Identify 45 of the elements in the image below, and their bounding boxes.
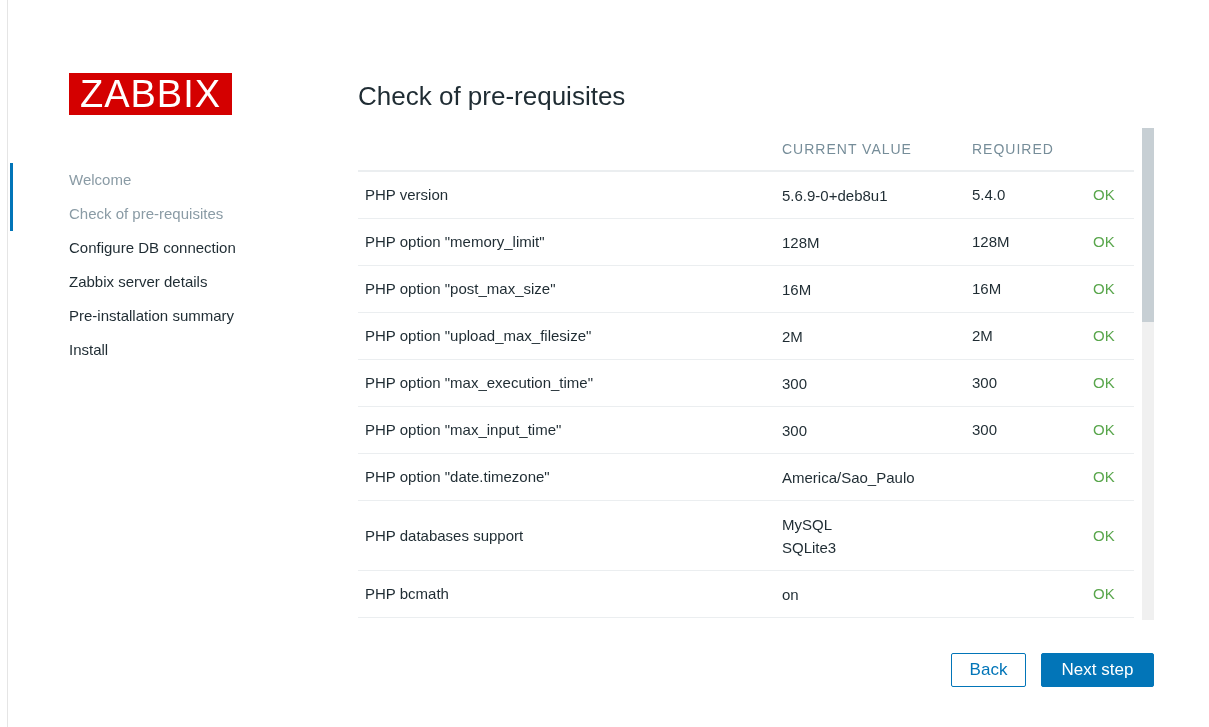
- table-cell: PHP option "max_execution_time": [365, 374, 593, 391]
- table-cell-text: 2M: [782, 326, 803, 347]
- table-cell-text: America/Sao_Paulo: [782, 467, 915, 488]
- step-item[interactable]: Pre-installation summary: [69, 304, 235, 328]
- table-cell: PHP option "max_input_time": [365, 421, 562, 438]
- next-step-button[interactable]: Next step: [1041, 653, 1154, 687]
- table-cell-text: 5.6.9-0+deb8u1: [782, 185, 888, 206]
- table-cell: PHP option "upload_max_filesize": [365, 327, 592, 344]
- table-cell: PHP bcmath: [365, 585, 449, 602]
- status-text: OK: [1093, 280, 1115, 297]
- table-cell: PHP option "date.timezone": [365, 468, 550, 485]
- table-cell: PHP databases support: [365, 526, 524, 544]
- status-text: OK: [1093, 374, 1115, 391]
- table-cell: PHP version: [365, 186, 449, 203]
- table-cell: 16M: [972, 280, 1002, 297]
- table-cell-text: on: [782, 584, 799, 605]
- page-title: Check of pre-requisites: [358, 80, 626, 112]
- table-cell: PHP option "post_max_size": [365, 280, 556, 297]
- table-cell: 5.4.0: [972, 186, 1006, 203]
- scrollbar[interactable]: [1142, 128, 1154, 620]
- status-text: OK: [1093, 327, 1115, 344]
- table-cell-text: 300: [782, 420, 808, 441]
- scrollbar-thumb[interactable]: [1142, 128, 1154, 322]
- status-text: OK: [1093, 233, 1115, 250]
- table-cell-text: MySQL SQLite3: [782, 514, 837, 558]
- table-cell: PHP option "memory_limit": [365, 233, 545, 250]
- zabbix-logo: ZABBIX: [69, 73, 232, 115]
- column-header: REQUIRED: [972, 141, 1054, 157]
- table-cell: 300: [972, 374, 998, 391]
- status-text: OK: [1093, 186, 1115, 203]
- table-cell: 300: [972, 421, 998, 438]
- status-text: OK: [1093, 468, 1115, 485]
- status-text: OK: [1093, 585, 1115, 602]
- status-text: OK: [1093, 421, 1115, 438]
- table-cell: 2M: [972, 327, 993, 344]
- table-cell-text: 16M: [782, 279, 812, 300]
- table-cell: 128M: [972, 233, 1010, 250]
- step-item[interactable]: Configure DB connection: [69, 236, 236, 260]
- table-cell-text: 128M: [782, 232, 820, 253]
- column-header: CURRENT VALUE: [782, 141, 912, 157]
- back-button[interactable]: Back: [951, 653, 1026, 687]
- status-text: OK: [1093, 526, 1115, 544]
- step-item[interactable]: Zabbix server details: [69, 270, 208, 294]
- table-cell-text: 300: [782, 373, 808, 394]
- step-item[interactable]: Install: [69, 338, 109, 362]
